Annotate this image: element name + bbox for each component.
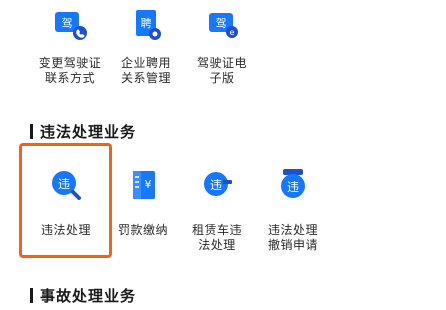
svg-text:驾: 驾 <box>216 17 227 30</box>
svg-text:¥: ¥ <box>145 178 152 191</box>
e-license-item[interactable]: 驾 e 驾驶证电 子版 <box>186 6 258 86</box>
item-label: 变更驾驶证 联系方式 <box>38 56 102 85</box>
svg-text:违: 违 <box>287 180 299 194</box>
employment-doc-icon: 聘 <box>127 6 165 44</box>
violation-handling-item[interactable]: 违 违法处理 <box>30 166 102 238</box>
fine-payment-icon: ¥ <box>124 166 162 204</box>
service-grid-page: 驾 变更驾驶证 联系方式 聘 企业聘用 关系管理 驾 e 驾驶证电 子版 违法处… <box>0 0 446 310</box>
svg-text:聘: 聘 <box>141 16 152 30</box>
item-label: 罚款缴纳 <box>117 223 168 237</box>
violation-search-icon: 违 <box>47 166 85 204</box>
item-label: 违法处理 <box>40 223 91 237</box>
violation-revoke-icon: 违 <box>274 166 312 204</box>
e-license-icon: 驾 e <box>203 6 241 44</box>
item-label: 租赁车违 法处理 <box>191 223 242 252</box>
violation-section-title: 违法处理业务 <box>30 121 136 142</box>
license-phone-icon: 驾 <box>51 6 89 44</box>
svg-text:驾: 驾 <box>62 17 73 30</box>
section-title-text: 违法处理业务 <box>40 123 137 141</box>
section-marker <box>30 124 33 139</box>
fine-payment-item[interactable]: ¥ 罚款缴纳 <box>107 166 179 238</box>
section-marker <box>30 288 33 303</box>
item-label: 企业聘用 关系管理 <box>120 56 171 85</box>
section-title-text: 事故处理业务 <box>40 287 137 305</box>
svg-text:违: 违 <box>210 178 222 192</box>
item-label: 违法处理 撤销申请 <box>267 223 318 252</box>
rental-violation-icon: 违 <box>198 166 236 204</box>
rental-violation-item[interactable]: 违 租赁车违 法处理 <box>181 166 253 253</box>
change-license-contact-item[interactable]: 驾 变更驾驶证 联系方式 <box>34 6 106 86</box>
accident-section-title: 事故处理业务 <box>30 285 136 306</box>
violation-revoke-item[interactable]: 违 违法处理 撤销申请 <box>257 166 329 253</box>
enterprise-employment-item[interactable]: 聘 企业聘用 关系管理 <box>110 6 182 86</box>
svg-text:e: e <box>230 28 235 37</box>
svg-text:违: 违 <box>58 177 70 191</box>
item-label: 驾驶证电 子版 <box>196 56 247 85</box>
